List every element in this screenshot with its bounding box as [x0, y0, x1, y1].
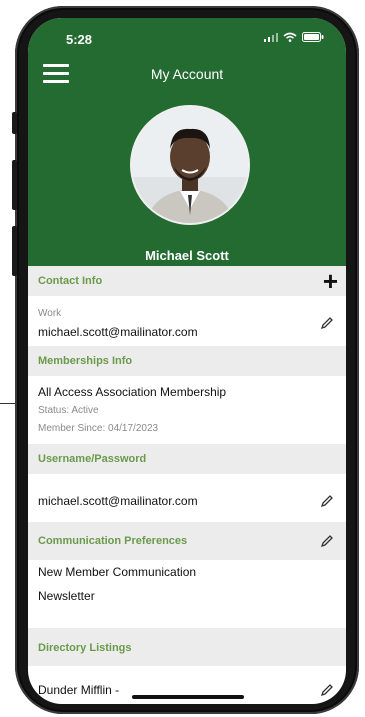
- edit-username-icon[interactable]: [320, 494, 334, 508]
- section-communication-preferences: Communication Preferences: [28, 522, 346, 560]
- add-contact-button[interactable]: +: [323, 266, 338, 296]
- membership-name: All Access Association Membership: [38, 385, 227, 399]
- status-icons: [264, 32, 324, 42]
- section-title: Directory Listings: [38, 642, 132, 654]
- avatar: [130, 105, 250, 225]
- phone-side-button: [12, 112, 17, 134]
- section-title: Memberships Info: [38, 355, 133, 367]
- membership-since: Member Since: 04/17/2023: [38, 423, 159, 434]
- battery-icon: [302, 32, 324, 42]
- section-title: Username/Password: [38, 453, 147, 465]
- edit-communication-icon[interactable]: [320, 534, 334, 548]
- app-screen: 5:28 My Account Michael Scott Contact In…: [28, 18, 346, 704]
- home-indicator: [132, 695, 244, 699]
- directory-item: Dunder Mifflin -: [38, 683, 120, 697]
- username-value: michael.scott@mailinator.com: [38, 494, 198, 508]
- wifi-icon: [283, 32, 297, 42]
- signal-icon: [264, 32, 278, 42]
- section-title: Contact Info: [38, 275, 103, 287]
- section-memberships-info: Memberships Info: [28, 346, 346, 376]
- profile-name: Michael Scott: [145, 248, 229, 263]
- status-time: 5:28: [66, 32, 93, 47]
- contact-email: michael.scott@mailinator.com: [38, 325, 198, 339]
- communication-item: New Member Communication: [38, 565, 197, 579]
- communication-item: Newsletter: [38, 589, 95, 603]
- section-username-password: Username/Password: [28, 444, 346, 474]
- section-title: Communication Preferences: [38, 535, 188, 547]
- page-title: My Account: [150, 66, 224, 82]
- section-contact-info: Contact Info +: [28, 266, 346, 296]
- membership-status: Status: Active: [38, 405, 99, 416]
- phone-side-button: [12, 226, 17, 276]
- account-header: 5:28 My Account Michael Scott: [28, 18, 346, 266]
- section-directory-listings: Directory Listings: [28, 628, 346, 666]
- edit-directory-icon[interactable]: [320, 683, 334, 697]
- contact-type-label: Work: [38, 308, 62, 319]
- edit-contact-icon[interactable]: [320, 316, 334, 330]
- phone-side-button: [12, 160, 17, 210]
